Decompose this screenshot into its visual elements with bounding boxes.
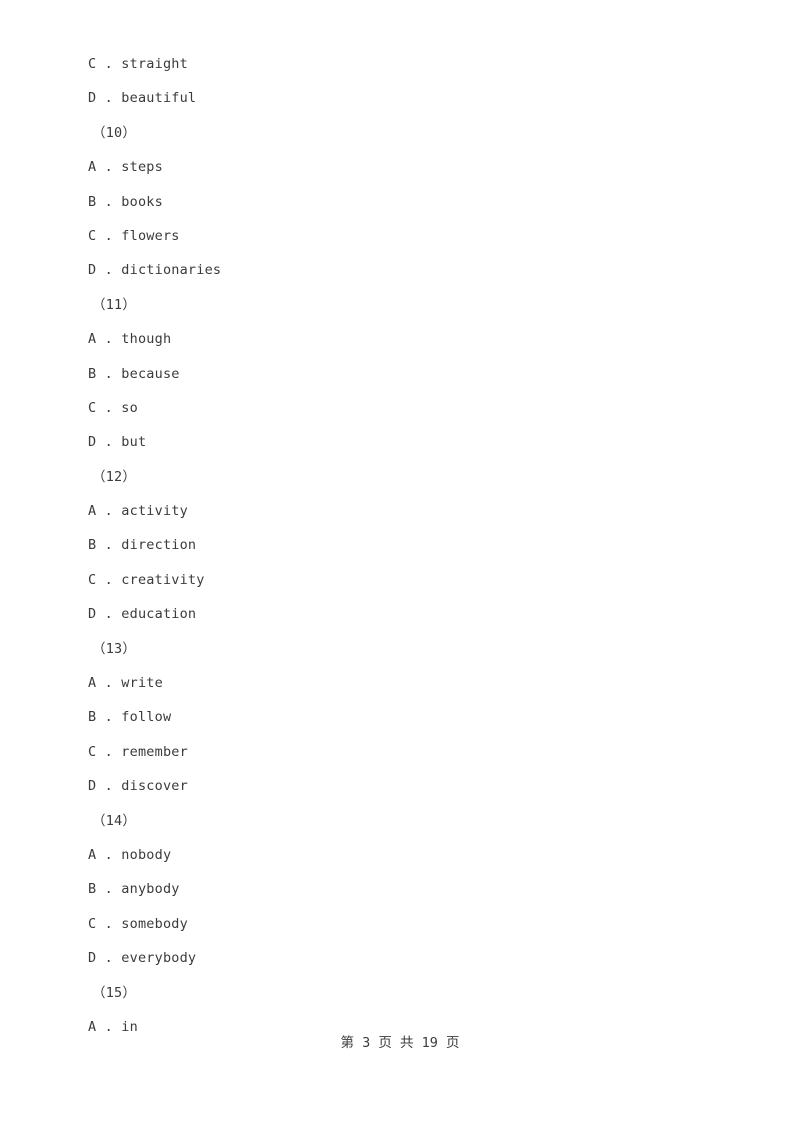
question-number: （11） (92, 296, 137, 313)
answer-option: A . nobody (88, 846, 172, 863)
page-footer: 第 3 页 共 19 页 (340, 1035, 460, 1051)
answer-option: C . somebody (88, 915, 188, 932)
answer-option: B . because (88, 365, 180, 382)
answer-option: C . remember (88, 743, 188, 760)
answer-option: D . discover (88, 778, 188, 795)
answer-option: B . anybody (88, 881, 180, 898)
question-number: （13） (92, 640, 137, 657)
answer-option: C . straight (88, 56, 188, 72)
question-number: （15） (92, 984, 137, 1001)
answer-option: D . education (88, 606, 197, 623)
answer-option: C . creativity (88, 571, 205, 588)
answer-option: D . dictionaries (88, 262, 222, 279)
answer-option: B . follow (88, 709, 172, 726)
answer-option: A . steps (88, 159, 163, 176)
answer-option: C . so (88, 399, 138, 416)
question-number: （10） (92, 124, 137, 141)
question-number: （12） (92, 468, 137, 485)
answer-option: A . activity (88, 503, 188, 520)
answer-option: A . though (88, 331, 172, 348)
answer-option: B . books (88, 193, 163, 210)
answer-option: D . but (88, 434, 147, 451)
question-options-list: C . straight D . beautiful （10） A . steps B … (88, 47, 728, 1044)
answer-option: B . direction (88, 537, 197, 554)
answer-option: D . beautiful (88, 90, 197, 107)
question-number: （14） (92, 812, 137, 829)
document-page: C . straight D . beautiful （10） A . steps B … (0, 0, 800, 1132)
answer-option: D . everybody (88, 950, 197, 967)
answer-option: C . flowers (88, 227, 180, 244)
answer-option: A . write (88, 675, 163, 692)
